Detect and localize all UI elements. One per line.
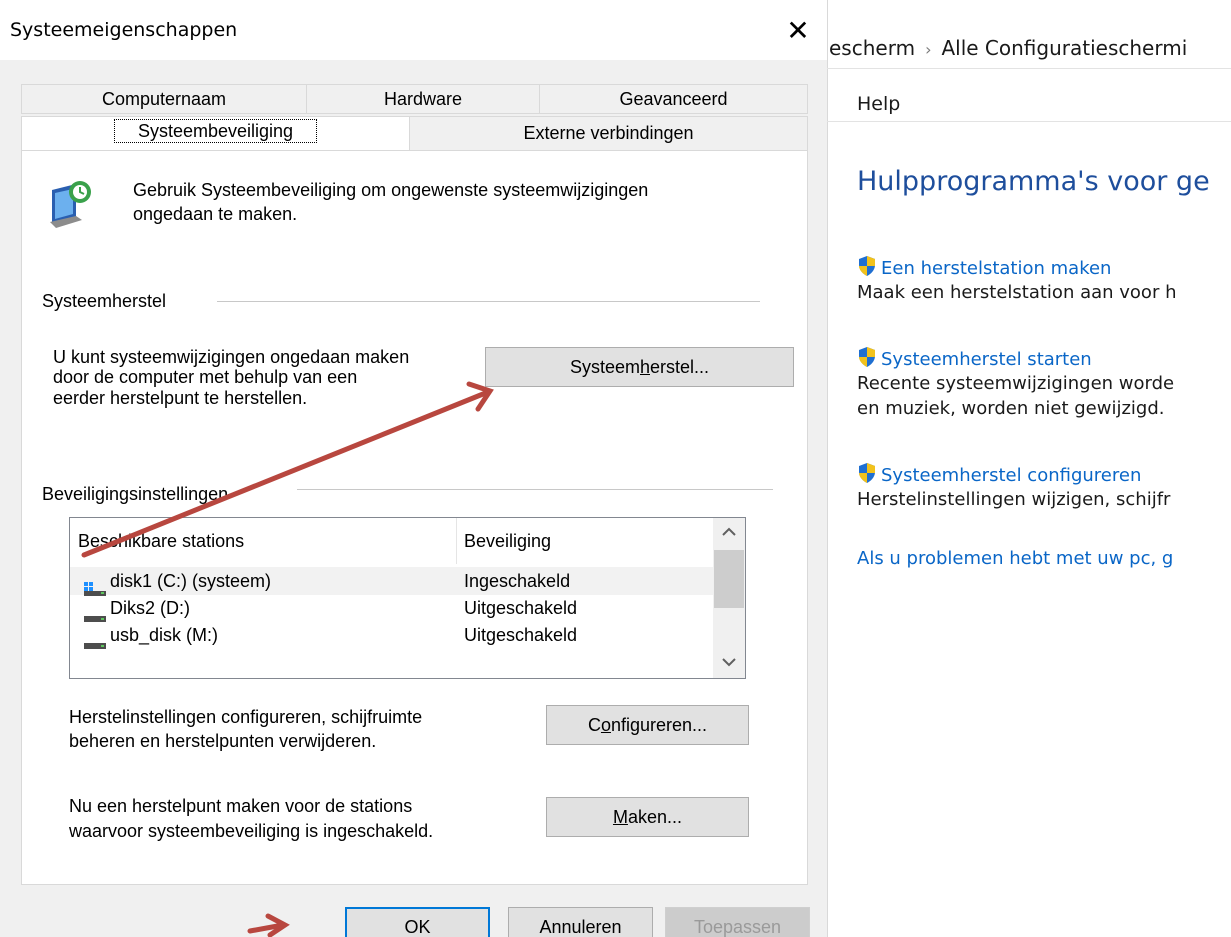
link-label: Systeemherstel starten: [881, 349, 1092, 370]
dialog-title: Systeemeigenschappen: [10, 19, 238, 41]
configure-text: Herstelinstellingen configureren, schijf…: [69, 707, 423, 727]
button-accelerator: o: [600, 714, 611, 735]
divider: [827, 121, 1231, 122]
apply-button[interactable]: Toepassen: [665, 907, 810, 937]
column-header-stations[interactable]: Beschikbare stations: [70, 518, 456, 564]
tab-systeembeveiliging[interactable]: Systeembeveiliging: [21, 116, 410, 150]
button-label: Systeem: [569, 356, 640, 377]
drive-name: Diks2 (D:): [110, 598, 190, 618]
drive-icon: [84, 630, 106, 650]
vertical-scrollbar[interactable]: [713, 518, 745, 678]
create-text: waarvoor systeembeveiliging is ingeschak…: [69, 821, 434, 841]
column-header-beveiliging[interactable]: Beveiliging: [456, 518, 713, 564]
system-properties-dialog: Systeemeigenschappen ✕ Computernaam Hard…: [0, 0, 827, 937]
ok-button[interactable]: OK: [345, 907, 490, 937]
button-label: nfigureren...: [610, 714, 708, 735]
group-label-systeemherstel: Systeemherstel: [42, 291, 167, 311]
link-label: Een herstelstation maken: [881, 258, 1112, 279]
tab-computernaam[interactable]: Computernaam: [21, 84, 307, 114]
button-label: aken...: [627, 806, 683, 827]
tab-geavanceerd[interactable]: Geavanceerd: [539, 84, 808, 114]
restore-text: eerder herstelpunt te herstellen.: [53, 388, 308, 408]
table-row[interactable]: usb_disk (M:) Uitgeschakeld: [70, 621, 714, 650]
menu-help[interactable]: Help: [857, 93, 900, 115]
system-protection-icon: [46, 178, 96, 230]
uac-shield-icon: [857, 346, 877, 373]
tab-label: Systeembeveiliging: [113, 119, 318, 143]
uac-shield-icon: [857, 255, 877, 282]
scrollbar-thumb[interactable]: [714, 550, 744, 608]
protection-status: Uitgeschakeld: [464, 598, 578, 618]
link-description: Maak een herstelstation aan voor h: [857, 282, 1177, 303]
drive-name-cell: disk1 (C:) (systeem): [84, 567, 272, 597]
button-label: erstel...: [650, 356, 710, 377]
protection-status: Ingeschakeld: [464, 571, 571, 591]
drive-name-cell: usb_disk (M:): [84, 621, 219, 650]
cancel-button[interactable]: Annuleren: [508, 907, 653, 937]
group-label-beveiligingsinstellingen: Beveiligingsinstellingen: [42, 484, 229, 504]
link-description: en muziek, worden niet gewijzigd.: [857, 398, 1165, 419]
link-configure-system-restore[interactable]: Systeemherstel configureren: [857, 462, 1141, 489]
table-row[interactable]: disk1 (C:) (systeem) Ingeschakeld: [70, 567, 714, 597]
uac-shield-icon: [857, 462, 877, 489]
breadcrumb-separator-icon: ›: [925, 40, 932, 59]
drive-name: usb_disk (M:): [110, 625, 219, 645]
divider: [827, 68, 1231, 69]
link-description: Herstelinstellingen wijzigen, schijfr: [857, 489, 1171, 510]
intro-text: ongedaan te maken.: [133, 204, 298, 224]
protection-status: Uitgeschakeld: [464, 625, 578, 645]
table-row[interactable]: Diks2 (D:) Uitgeschakeld: [70, 594, 714, 623]
drive-icon: [84, 603, 106, 623]
link-description: Recente systeemwijzigingen worde: [857, 373, 1175, 394]
configure-button[interactable]: Co nfigureren...: [546, 705, 749, 745]
title-bar[interactable]: Systeemeigenschappen ✕: [0, 0, 827, 60]
close-icon: ✕: [786, 13, 810, 47]
scroll-down-arrow-icon[interactable]: [713, 648, 745, 678]
tab-externe-verbindingen[interactable]: Externe verbindingen: [409, 116, 808, 151]
drive-name: disk1 (C:) (systeem): [110, 571, 272, 591]
tab-hardware[interactable]: Hardware: [306, 84, 540, 114]
close-button[interactable]: ✕: [780, 12, 816, 48]
drive-name-cell: Diks2 (D:): [84, 594, 190, 623]
link-label: Systeemherstel configureren: [881, 465, 1142, 486]
create-text: Nu een herstelpunt maken voor de station…: [69, 796, 413, 816]
group-divider: [217, 301, 760, 302]
configure-text: beheren en herstelpunten verwijderen.: [69, 731, 377, 751]
restore-text: door de computer met behulp van een: [53, 367, 358, 387]
group-divider: [297, 489, 773, 490]
button-accelerator: M: [612, 806, 628, 827]
breadcrumb: escherm › Alle Configuratieschermi: [829, 36, 1187, 60]
system-restore-button[interactable]: Systeem h erstel...: [485, 347, 794, 387]
window-border: [827, 0, 828, 937]
link-troubleshoot[interactable]: Als u problemen hebt met uw pc, g: [857, 548, 1173, 569]
breadcrumb-item[interactable]: escherm: [829, 36, 915, 60]
button-accelerator: h: [639, 356, 650, 377]
control-panel-window: escherm › Alle Configuratieschermi Help Hu…: [827, 0, 1231, 937]
button-label: C: [587, 714, 601, 735]
breadcrumb-item[interactable]: Alle Configuratieschermi: [941, 36, 1187, 60]
page-title: Hulpprogramma's voor ge: [857, 166, 1210, 197]
link-start-system-restore[interactable]: Systeemherstel starten: [857, 346, 1092, 373]
scroll-up-arrow-icon[interactable]: [713, 518, 745, 548]
drives-list[interactable]: Beschikbare stations Beveiliging disk1 (…: [69, 517, 746, 679]
create-button[interactable]: Maken...: [546, 797, 749, 837]
system-drive-icon: [84, 576, 106, 597]
link-create-recovery-drive[interactable]: Een herstelstation maken: [857, 255, 1111, 282]
intro-text: Gebruik Systeembeveiliging om ongewenste…: [133, 180, 649, 200]
